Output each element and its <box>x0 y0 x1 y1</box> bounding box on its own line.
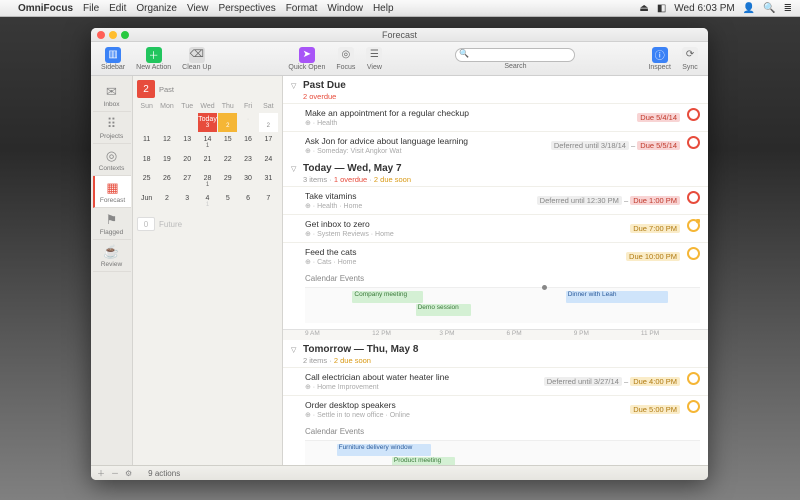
menu-perspectives[interactable]: Perspectives <box>218 3 275 14</box>
forecast-calendar: 2 Past SunMonTueWedThuFriSat Today3 2 · … <box>133 76 283 465</box>
status-bar: ＋ － ⚙ 9 actions <box>91 465 708 480</box>
section-title: Today — Wed, May 7 <box>303 163 700 174</box>
rail-flagged[interactable]: ⚑Flagged <box>93 208 131 240</box>
calendar-events-label: Calendar Events <box>283 270 708 285</box>
task-row[interactable]: Ask Jon for advice about language learni… <box>283 131 708 159</box>
clean-up-button[interactable]: ⌫Clean Up <box>178 46 215 72</box>
arrow-icon: ➤ <box>299 47 315 63</box>
sync-button[interactable]: ⟳Sync <box>678 46 702 72</box>
menu-window[interactable]: Window <box>327 3 363 14</box>
status-circle-icon[interactable] <box>687 372 700 385</box>
add-button[interactable]: ＋ <box>97 468 105 479</box>
flag-icon: ⚑ <box>106 212 118 228</box>
menu-file[interactable]: File <box>83 3 99 14</box>
focus-button[interactable]: ◎Focus <box>332 46 359 72</box>
sidebar-button[interactable]: ▥Sidebar <box>97 46 129 72</box>
contexts-icon: ◎ <box>106 148 117 164</box>
rail-contexts[interactable]: ◎Contexts <box>93 144 131 176</box>
menubar-app[interactable]: OmniFocus <box>18 3 73 14</box>
view-icon: ☰ <box>366 47 382 63</box>
plus-icon: ＋ <box>146 47 162 63</box>
view-button[interactable]: ☰View <box>362 46 386 72</box>
future-row[interactable]: 0 Future <box>137 217 278 231</box>
volume-icon[interactable]: ◧ <box>657 3 666 14</box>
sync-icon: ⟳ <box>682 47 698 63</box>
calendar-events-label: Calendar Events <box>283 423 708 438</box>
today-timeline: Company meeting Demo session Dinner with… <box>305 287 700 323</box>
mac-menubar: OmniFocus File Edit Organize View Perspe… <box>0 0 800 17</box>
remove-button[interactable]: － <box>111 468 119 479</box>
new-action-button[interactable]: ＋New Action <box>132 46 175 72</box>
menu-edit[interactable]: Edit <box>109 3 126 14</box>
user-icon[interactable]: 👤 <box>743 3 755 14</box>
status-circle-icon[interactable] <box>687 108 700 121</box>
cal-today[interactable]: Today3 <box>198 113 217 132</box>
rail-review[interactable]: ☕Review <box>93 240 131 272</box>
status-circle-icon[interactable] <box>687 247 700 260</box>
menu-view[interactable]: View <box>187 3 209 14</box>
notifications-icon[interactable]: ≣ <box>784 3 792 14</box>
task-row[interactable]: Make an appointment for a regular checku… <box>283 103 708 131</box>
time-axis: 9 AM12 PM3 PM6 PM9 PM11 PM <box>283 329 708 340</box>
inspect-button[interactable]: ⓘInspect <box>644 46 675 72</box>
menu-organize[interactable]: Organize <box>136 3 177 14</box>
inbox-icon: ✉ <box>106 84 117 100</box>
rail-projects[interactable]: ⠿Projects <box>93 112 131 144</box>
task-row[interactable]: Call electrician about water heater line… <box>283 367 708 395</box>
section-title: Tomorrow — Thu, May 8 <box>303 344 700 355</box>
status-circle-icon[interactable] <box>687 136 700 149</box>
toolbar: ▥Sidebar ＋New Action ⌫Clean Up ➤Quick Op… <box>91 42 708 76</box>
spotlight-icon[interactable]: 🔍 <box>763 3 775 14</box>
tomorrow-timeline: Furniture delivery window Product meetin… <box>305 440 700 465</box>
forecast-icon: ▦ <box>106 180 118 196</box>
review-icon: ☕ <box>103 244 119 260</box>
disclosure-icon[interactable]: ▽ <box>291 165 296 173</box>
disclosure-icon[interactable]: ▽ <box>291 82 296 90</box>
section-title: Past Due <box>303 80 700 91</box>
cal-tomorrow[interactable]: 2 <box>218 113 237 132</box>
info-icon: ⓘ <box>652 47 668 63</box>
disclosure-icon[interactable]: ▽ <box>291 346 296 354</box>
section-past-due: ▽ Past Due 2 overdue <box>283 76 708 103</box>
projects-icon: ⠿ <box>107 116 117 132</box>
app-window: Forecast ▥Sidebar ＋New Action ⌫Clean Up … <box>91 28 708 480</box>
rail-inbox[interactable]: ✉Inbox <box>93 80 131 112</box>
task-row[interactable]: Take vitamins⊕ · Health · Home Deferred … <box>283 186 708 214</box>
focus-icon: ◎ <box>338 47 354 63</box>
status-circle-icon[interactable] <box>687 191 700 204</box>
task-row[interactable]: Get inbox to zero⊕ · System Reviews · Ho… <box>283 214 708 242</box>
quick-open-button[interactable]: ➤Quick Open <box>284 46 329 72</box>
menu-help[interactable]: Help <box>373 3 394 14</box>
titlebar[interactable]: Forecast <box>91 28 708 42</box>
settings-icon[interactable]: ⚙ <box>125 469 132 478</box>
broom-icon: ⌫ <box>189 47 205 63</box>
now-indicator-icon <box>542 285 547 290</box>
sidebar-icon: ▥ <box>105 47 121 63</box>
past-badge[interactable]: 2 <box>137 80 155 98</box>
rail-forecast[interactable]: ▦Forecast <box>93 176 131 208</box>
past-label: Past <box>159 85 174 94</box>
task-list: ▽ Past Due 2 overdue Make an appointment… <box>283 76 708 465</box>
status-count: 9 actions <box>148 469 180 478</box>
task-row[interactable]: Order desktop speakers⊕ · Settle in to n… <box>283 395 708 423</box>
clock[interactable]: Wed 6:03 PM <box>674 3 734 14</box>
status-circle-icon[interactable] <box>687 219 700 232</box>
status-circle-icon[interactable] <box>687 400 700 413</box>
menu-format[interactable]: Format <box>286 3 318 14</box>
section-tomorrow: ▽ Tomorrow — Thu, May 8 2 items · 2 due … <box>283 340 708 367</box>
perspective-rail: ✉Inbox ⠿Projects ◎Contexts ▦Forecast ⚑Fl… <box>91 76 133 465</box>
window-title: Forecast <box>91 30 708 40</box>
search-input[interactable] <box>455 48 575 62</box>
task-row[interactable]: Feed the cats⊕ · Cats · Home Due 10:00 P… <box>283 242 708 270</box>
wifi-icon[interactable]: ⏏ <box>639 3 648 14</box>
section-today: ▽ Today — Wed, May 7 3 items · 1 overdue… <box>283 159 708 186</box>
